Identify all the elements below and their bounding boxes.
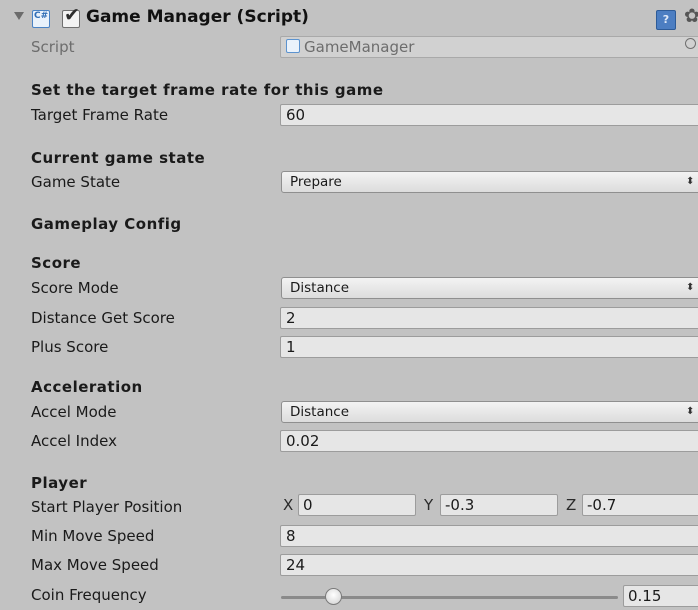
max-move-speed-input[interactable]: 24 — [280, 554, 698, 576]
score-header: Score — [31, 254, 82, 272]
game-state-label: Game State — [31, 173, 121, 191]
score-mode-value: Distance — [290, 280, 350, 296]
game-state-value: Prepare — [290, 174, 342, 190]
accel-mode-dropdown[interactable]: Distance ⬍ — [281, 401, 698, 423]
x-label: X — [283, 496, 294, 514]
game-state-dropdown[interactable]: Prepare ⬍ — [281, 171, 698, 193]
z-label: Z — [566, 496, 577, 514]
frame-rate-header: Set the target frame rate for this game — [31, 81, 384, 99]
coin-frequency-input[interactable]: 0.15 — [623, 585, 698, 607]
accel-index-input[interactable]: 0.02 — [280, 430, 698, 452]
component-title[interactable]: Game Manager (Script) — [86, 7, 309, 27]
distance-get-score-input[interactable]: 2 — [280, 307, 698, 329]
target-frame-rate-input[interactable]: 60 — [280, 104, 698, 126]
accel-mode-value: Distance — [290, 404, 350, 420]
accel-mode-label: Accel Mode — [31, 403, 117, 421]
dropdown-arrows-icon: ⬍ — [686, 406, 695, 417]
object-picker-icon[interactable] — [685, 38, 696, 49]
coin-frequency-slider-thumb[interactable] — [325, 588, 342, 605]
min-move-speed-label: Min Move Speed — [31, 527, 155, 545]
player-header: Player — [31, 474, 88, 492]
script-asset-icon — [286, 39, 300, 53]
plus-score-label: Plus Score — [31, 338, 109, 356]
max-move-speed-label: Max Move Speed — [31, 556, 159, 574]
score-mode-label: Score Mode — [31, 279, 119, 297]
game-state-header: Current game state — [31, 149, 206, 167]
score-mode-dropdown[interactable]: Distance ⬍ — [281, 277, 698, 299]
dropdown-arrows-icon: ⬍ — [686, 282, 695, 293]
acceleration-header: Acceleration — [31, 378, 143, 396]
distance-get-score-label: Distance Get Score — [31, 309, 175, 327]
accel-index-label: Accel Index — [31, 432, 117, 450]
csharp-script-icon — [32, 10, 50, 28]
position-z-input[interactable]: -0.7 — [582, 494, 698, 516]
target-frame-rate-label: Target Frame Rate — [31, 106, 169, 124]
checkmark-icon: ✔ — [64, 4, 80, 26]
position-x-input[interactable]: 0 — [298, 494, 416, 516]
component-header: ✔ Game Manager (Script) ? ✿ — [0, 0, 698, 32]
position-y-input[interactable]: -0.3 — [440, 494, 558, 516]
gear-icon[interactable]: ✿ — [684, 5, 698, 27]
start-player-position-label: Start Player Position — [31, 498, 183, 516]
min-move-speed-input[interactable]: 8 — [280, 525, 698, 547]
dropdown-arrows-icon: ⬍ — [686, 176, 695, 187]
y-label: Y — [424, 496, 434, 514]
help-book-icon[interactable]: ? — [656, 10, 676, 30]
script-value: GameManager — [304, 38, 415, 56]
script-field[interactable]: GameManager — [280, 36, 698, 58]
coin-frequency-label: Coin Frequency — [31, 586, 147, 604]
script-label: Script — [31, 38, 75, 56]
plus-score-input[interactable]: 1 — [280, 336, 698, 358]
gameplay-config-header: Gameplay Config — [31, 215, 182, 233]
foldout-triangle-icon[interactable] — [14, 12, 24, 20]
